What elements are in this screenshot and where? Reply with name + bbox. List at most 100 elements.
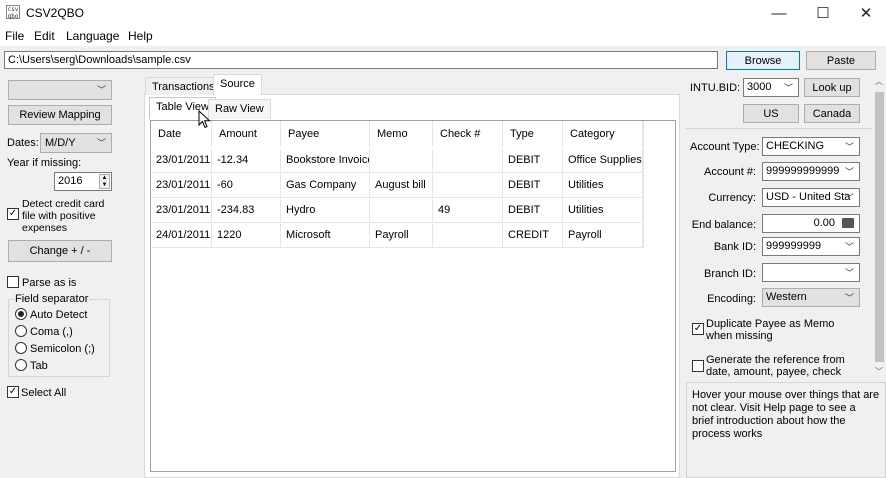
table-cell[interactable]: DEBIT [503, 149, 563, 173]
table-cell[interactable]: -234.83 [212, 199, 281, 223]
table-cell[interactable] [433, 174, 503, 198]
select-all-checkbox[interactable]: ✓ [7, 386, 19, 398]
change-sign-button[interactable]: Change + / - [8, 240, 112, 262]
stepper-arrows-icon[interactable]: ▲ ▼ [99, 174, 110, 189]
generate-reference-checkbox[interactable] [692, 360, 704, 372]
lookup-button[interactable]: Look up [804, 78, 860, 97]
table-cell[interactable]: 1220 [212, 224, 281, 248]
transactions-grid[interactable]: Date Amount Payee Memo Check # Type Cate… [150, 120, 676, 472]
menu-language[interactable]: Language [66, 29, 119, 43]
detect-credit-checkbox[interactable]: ✓ [7, 208, 19, 220]
table-cell[interactable]: 49 [433, 199, 503, 223]
radio-auto-detect[interactable] [15, 308, 27, 320]
bank-id-select[interactable]: 999999999 ﹀ [762, 237, 860, 256]
help-text-box: Hover your mouse over things that are no… [686, 382, 886, 478]
table-cell[interactable]: Payroll [563, 224, 643, 248]
scroll-down-icon[interactable]: ﹀ [875, 366, 883, 377]
app-icon: csv qbo [6, 5, 20, 20]
table-cell[interactable]: 23/01/2011 [151, 174, 212, 198]
table-cell[interactable]: CREDIT [503, 224, 563, 248]
parse-as-is-label: Parse as is [22, 277, 77, 289]
close-button[interactable]: ✕ [843, 0, 886, 26]
tab-source[interactable]: Source [213, 74, 262, 95]
branch-id-select[interactable]: ﹀ [762, 263, 860, 282]
field-separator-label: Field separator [14, 293, 90, 305]
generate-reference-label: Generate the reference from date, amount… [706, 354, 845, 378]
table-cell[interactable]: Microsoft [281, 224, 370, 248]
paste-button[interactable]: Paste [806, 51, 876, 70]
table-cell[interactable] [433, 149, 503, 173]
radio-semicolon[interactable] [15, 342, 27, 354]
table-cell[interactable]: Payroll [370, 224, 433, 248]
table-cell[interactable]: Hydro [281, 199, 370, 223]
year-stepper[interactable]: 2016 ▲ ▼ [54, 172, 112, 191]
mapping-select[interactable]: ﹀ [8, 80, 112, 100]
radio-coma[interactable] [15, 325, 27, 337]
table-cell[interactable] [433, 224, 503, 248]
table-cell[interactable]: August bill [370, 174, 433, 198]
table-cell[interactable]: Utilities [563, 174, 643, 198]
intu-bid-label: INTU.BID: [690, 82, 741, 94]
radio-tab-label: Tab [30, 360, 48, 372]
browse-button[interactable]: Browse [726, 51, 800, 70]
scroll-up-icon[interactable]: ︿ [875, 76, 883, 87]
encoding-select[interactable]: Western ﹀ [762, 288, 860, 307]
dates-select[interactable]: M/D/Y ﹀ [40, 133, 112, 153]
table-cell[interactable]: Bookstore Invoice [281, 149, 370, 173]
currency-label: Currency: [708, 192, 756, 204]
duplicate-payee-checkbox[interactable]: ✓ [692, 323, 704, 335]
end-balance-input[interactable]: 0.00 [762, 214, 860, 233]
encoding-label: Encoding: [707, 293, 756, 305]
table-cell[interactable]: -12.34 [212, 149, 281, 173]
column-header-check[interactable]: Check # [433, 121, 503, 147]
scrollbar-thumb[interactable] [875, 92, 884, 362]
window-title: CSV2QBO [26, 6, 85, 20]
chevron-down-icon: ﹀ [844, 268, 854, 278]
maximize-button[interactable]: ☐ [800, 0, 846, 26]
minimize-button[interactable]: — [756, 0, 802, 26]
column-header-memo[interactable]: Memo [370, 121, 433, 147]
menu-file[interactable]: File [5, 29, 24, 43]
detect-credit-label: Detect credit card file with positive ex… [22, 198, 105, 234]
review-mapping-button[interactable]: Review Mapping [8, 105, 112, 125]
table-cell[interactable]: 23/01/2011 [151, 199, 212, 223]
right-panel-scrollbar[interactable]: ︿ ﹀ [873, 74, 886, 380]
table-cell[interactable]: Utilities [563, 199, 643, 223]
column-header-amount[interactable]: Amount [212, 121, 281, 147]
radio-tab[interactable] [15, 359, 27, 371]
table-cell[interactable] [370, 149, 433, 173]
table-cell[interactable]: Gas Company [281, 174, 370, 198]
account-num-label: Account #: [704, 166, 756, 178]
tab-transactions[interactable]: Transactions [145, 77, 222, 95]
account-type-label: Account Type: [690, 141, 760, 153]
radio-auto-detect-label: Auto Detect [30, 309, 88, 321]
table-cell[interactable]: DEBIT [503, 174, 563, 198]
file-path-input[interactable]: C:\Users\serg\Downloads\sample.csv [4, 51, 718, 69]
chevron-down-icon: ﹀ [96, 85, 106, 95]
tab-raw-view[interactable]: Raw View [208, 99, 271, 119]
table-cell[interactable]: 23/01/2011 [151, 149, 212, 173]
intu-bid-select[interactable]: 3000 ﹀ [743, 78, 799, 97]
table-cell[interactable]: DEBIT [503, 199, 563, 223]
column-header-payee[interactable]: Payee [281, 121, 370, 147]
table-cell[interactable] [370, 199, 433, 223]
table-cell[interactable]: Office Supplies [563, 149, 643, 173]
canada-button[interactable]: Canada [804, 104, 860, 123]
account-type-select[interactable]: CHECKING ﹀ [762, 137, 860, 156]
account-num-select[interactable]: 999999999999 ﹀ [762, 162, 860, 181]
us-button[interactable]: US [743, 104, 799, 123]
column-header-type[interactable]: Type [503, 121, 563, 147]
year-missing-label: Year if missing: [7, 157, 82, 169]
menu-help[interactable]: Help [128, 29, 153, 43]
currency-select[interactable]: USD - United Sta ﹀ [762, 188, 860, 207]
column-header-category[interactable]: Category [563, 121, 643, 147]
chevron-down-icon: ﹀ [844, 293, 854, 303]
calculator-icon[interactable] [842, 218, 854, 228]
chevron-down-icon: ﹀ [783, 83, 793, 93]
table-cell[interactable]: 24/01/2011 [151, 224, 212, 248]
mouse-cursor-icon [198, 110, 211, 129]
menu-edit[interactable]: Edit [34, 29, 55, 43]
end-balance-label: End balance: [691, 219, 756, 231]
parse-as-is-checkbox[interactable] [7, 276, 19, 288]
table-cell[interactable]: -60 [212, 174, 281, 198]
